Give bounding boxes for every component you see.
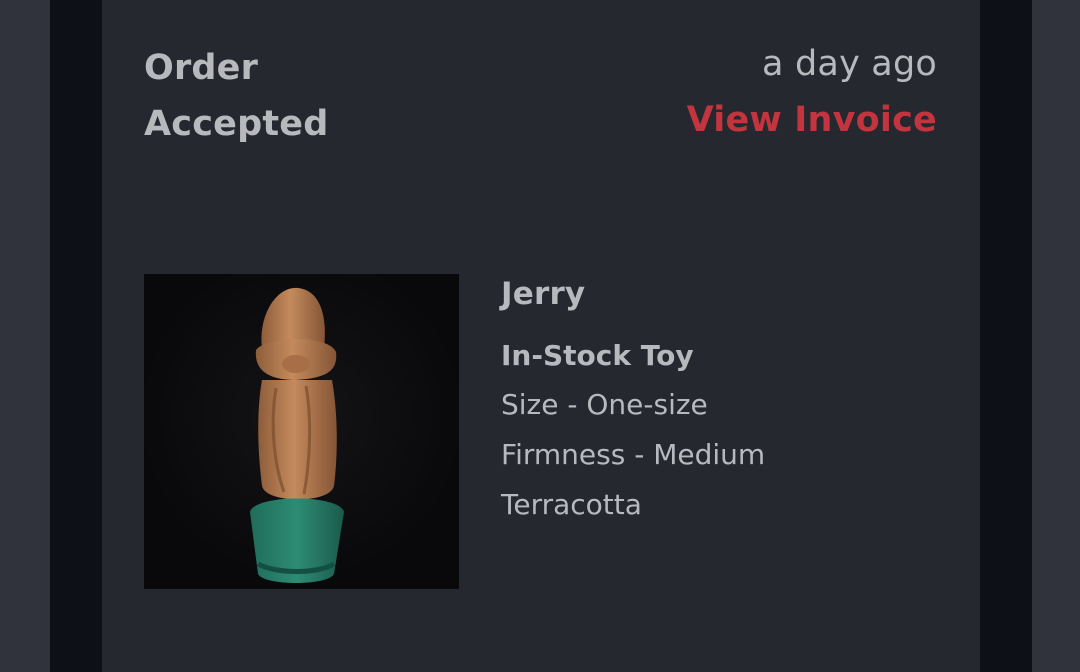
product-size: Size - One-size	[501, 388, 708, 421]
order-status: Order Accepted	[144, 48, 329, 144]
product-firmness: Firmness - Medium	[501, 438, 766, 471]
product-color: Terracotta	[501, 488, 642, 521]
product-type: In-Stock Toy	[501, 339, 694, 372]
product-image[interactable]	[144, 274, 459, 589]
product-photo-illustration	[250, 287, 344, 583]
view-invoice-link[interactable]: View Invoice	[687, 96, 937, 144]
order-page: Order Accepted a day ago View Invoice Je…	[0, 0, 1080, 672]
order-time: a day ago	[762, 44, 937, 84]
product-info: Jerry In-Stock Toy Size - One-size Firmn…	[501, 270, 765, 530]
product-name[interactable]: Jerry	[501, 270, 765, 318]
